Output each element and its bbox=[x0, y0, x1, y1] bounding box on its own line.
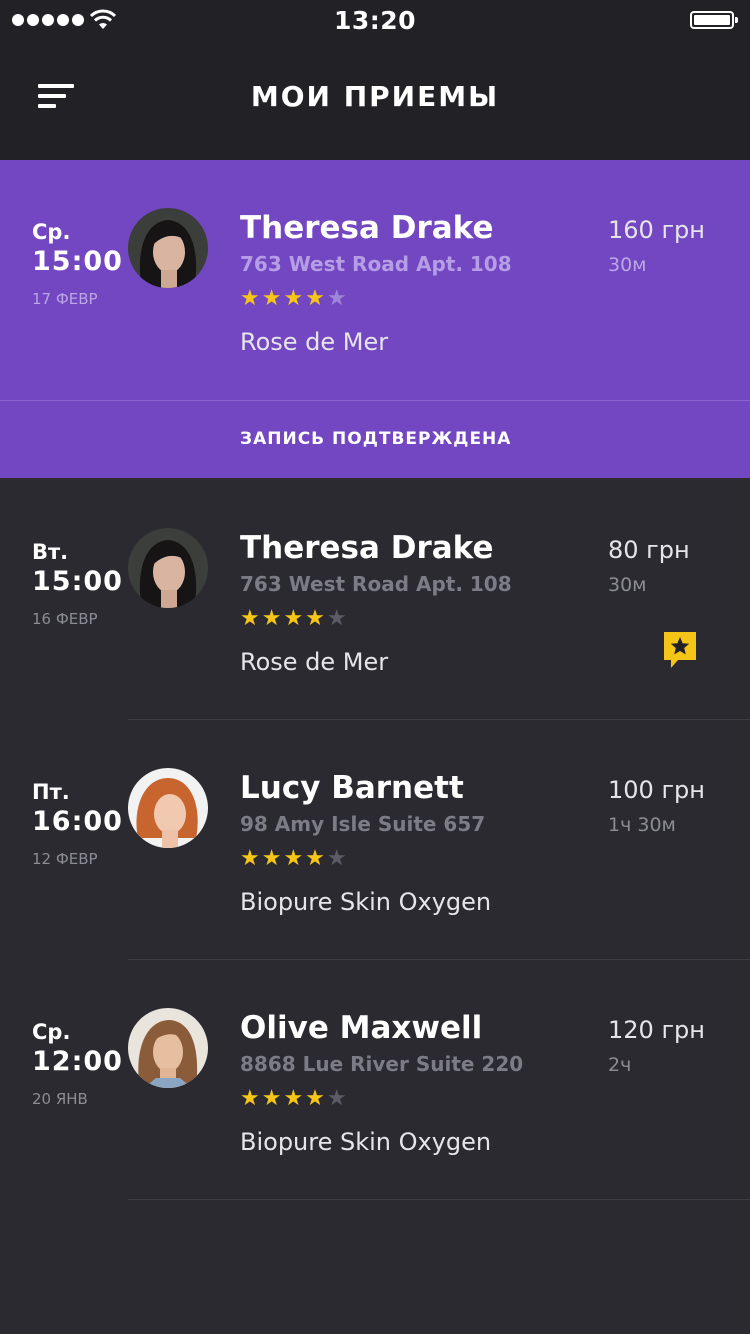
appointment-card-active[interactable]: Ср. 15:00 17 ФЕВР Theresa Drake 763 West… bbox=[0, 160, 750, 400]
appointment-card[interactable]: Ср. 12:00 20 ЯНВ Olive Maxwell 8868 Lue … bbox=[0, 960, 750, 1200]
rating-stars: ★★★★★ bbox=[240, 846, 349, 871]
review-star-icon[interactable] bbox=[662, 630, 698, 670]
appointment-card[interactable]: Вт. 15:00 16 ФЕВР Theresa Drake 763 West… bbox=[0, 480, 750, 720]
appointment-date: 16 ФЕВР bbox=[32, 610, 98, 628]
client-name: Olive Maxwell bbox=[240, 1010, 483, 1046]
appointment-date: 17 ФЕВР bbox=[32, 290, 98, 308]
rating-stars-filled: ★★★★ bbox=[240, 1086, 327, 1111]
rating-stars: ★★★★★ bbox=[240, 1086, 349, 1111]
appointment-price: 160 грн bbox=[608, 216, 705, 244]
appointment-duration: 2ч bbox=[608, 1054, 632, 1076]
rating-stars: ★★★★★ bbox=[240, 606, 349, 631]
client-address: 763 West Road Apt. 108 bbox=[240, 572, 512, 596]
appointment-day: Пт. bbox=[32, 780, 70, 804]
appointment-time: 12:00 bbox=[32, 1046, 123, 1077]
appointment-price: 120 грн bbox=[608, 1016, 705, 1044]
appointment-time: 16:00 bbox=[32, 806, 123, 837]
rating-stars-filled: ★★★★ bbox=[240, 606, 327, 631]
client-name: Theresa Drake bbox=[240, 210, 494, 246]
appointment-day: Вт. bbox=[32, 540, 69, 564]
client-address: 98 Amy Isle Suite 657 bbox=[240, 812, 486, 836]
service-name: Biopure Skin Oxygen bbox=[240, 888, 492, 916]
battery-icon bbox=[690, 11, 738, 29]
rating-stars: ★★★★★ bbox=[240, 286, 349, 311]
appointment-time: 15:00 bbox=[32, 566, 123, 597]
status-time: 13:20 bbox=[333, 6, 417, 35]
rating-stars-filled: ★★★★ bbox=[240, 846, 327, 871]
client-address: 763 West Road Apt. 108 bbox=[240, 252, 512, 276]
appointment-price: 80 грн bbox=[608, 536, 690, 564]
appointment-duration: 30м bbox=[608, 254, 647, 276]
page-title: МОИ ПРИЕМЫ bbox=[250, 80, 500, 113]
client-avatar bbox=[128, 1008, 208, 1088]
appointment-time: 15:00 bbox=[32, 246, 123, 277]
service-name: Rose de Mer bbox=[240, 648, 389, 676]
client-name: Theresa Drake bbox=[240, 530, 494, 566]
rating-stars-empty: ★ bbox=[326, 1086, 349, 1111]
status-bar: 13:20 bbox=[0, 0, 750, 42]
rating-stars-empty: ★ bbox=[326, 286, 349, 311]
appointment-duration: 30м bbox=[608, 574, 647, 596]
list-divider bbox=[128, 1199, 750, 1200]
client-avatar bbox=[128, 528, 208, 608]
rating-stars-filled: ★★★★ bbox=[240, 286, 327, 311]
client-address: 8868 Lue River Suite 220 bbox=[240, 1052, 524, 1076]
service-name: Rose de Mer bbox=[240, 328, 389, 356]
appointment-day: Ср. bbox=[32, 1020, 71, 1044]
appointment-card[interactable]: Пт. 16:00 12 ФЕВР Lucy Barnett 98 Amy Is… bbox=[0, 720, 750, 960]
client-name: Lucy Barnett bbox=[240, 770, 464, 806]
client-avatar bbox=[128, 208, 208, 288]
confirmation-status-label: ЗАПИСЬ ПОДТВЕРЖДЕНА bbox=[240, 429, 512, 449]
service-name: Biopure Skin Oxygen bbox=[240, 1128, 492, 1156]
appointment-date: 20 ЯНВ bbox=[32, 1090, 88, 1108]
rating-stars-empty: ★ bbox=[326, 846, 349, 871]
confirmation-status-bar: ЗАПИСЬ ПОДТВЕРЖДЕНА bbox=[0, 400, 750, 478]
appointment-duration: 1ч 30м bbox=[608, 814, 676, 836]
rating-stars-empty: ★ bbox=[326, 606, 349, 631]
client-avatar bbox=[128, 768, 208, 848]
appointment-date: 12 ФЕВР bbox=[32, 850, 98, 868]
appointment-price: 100 грн bbox=[608, 776, 705, 804]
top-bar: 13:20 МОИ ПРИЕМЫ bbox=[0, 0, 750, 160]
appointment-day: Ср. bbox=[32, 220, 71, 244]
